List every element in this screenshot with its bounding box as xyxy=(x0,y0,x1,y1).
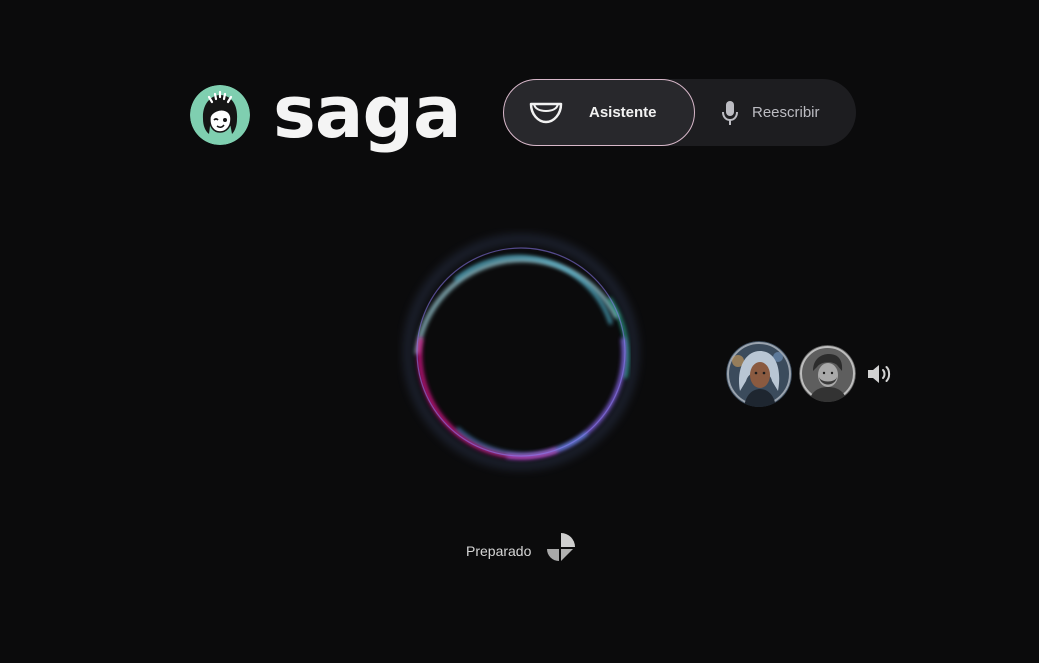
brand-name: saga xyxy=(273,70,462,154)
saga-mascot-avatar-icon xyxy=(190,85,250,145)
voice-avatar-man-icon[interactable] xyxy=(799,345,856,402)
status-text: Preparado xyxy=(466,543,532,559)
voice-avatar-woman-icon[interactable] xyxy=(726,341,792,407)
voice-orb-ring[interactable] xyxy=(397,228,647,478)
mode-toggle: Asistente Reescribir xyxy=(503,79,856,146)
mode-rewrite-button[interactable]: Reescribir xyxy=(695,79,856,146)
microphone-icon xyxy=(722,101,738,125)
pie-status-icon xyxy=(547,533,575,561)
app-root: saga Asistente Reescribir Preparado xyxy=(0,0,1039,663)
mode-rewrite-label: Reescribir xyxy=(752,104,820,121)
speaker-volume-icon[interactable] xyxy=(866,362,894,386)
mode-assistant-label: Asistente xyxy=(589,104,657,121)
mode-assistant-button[interactable]: Asistente xyxy=(503,79,695,146)
smile-mouth-icon xyxy=(529,102,563,124)
